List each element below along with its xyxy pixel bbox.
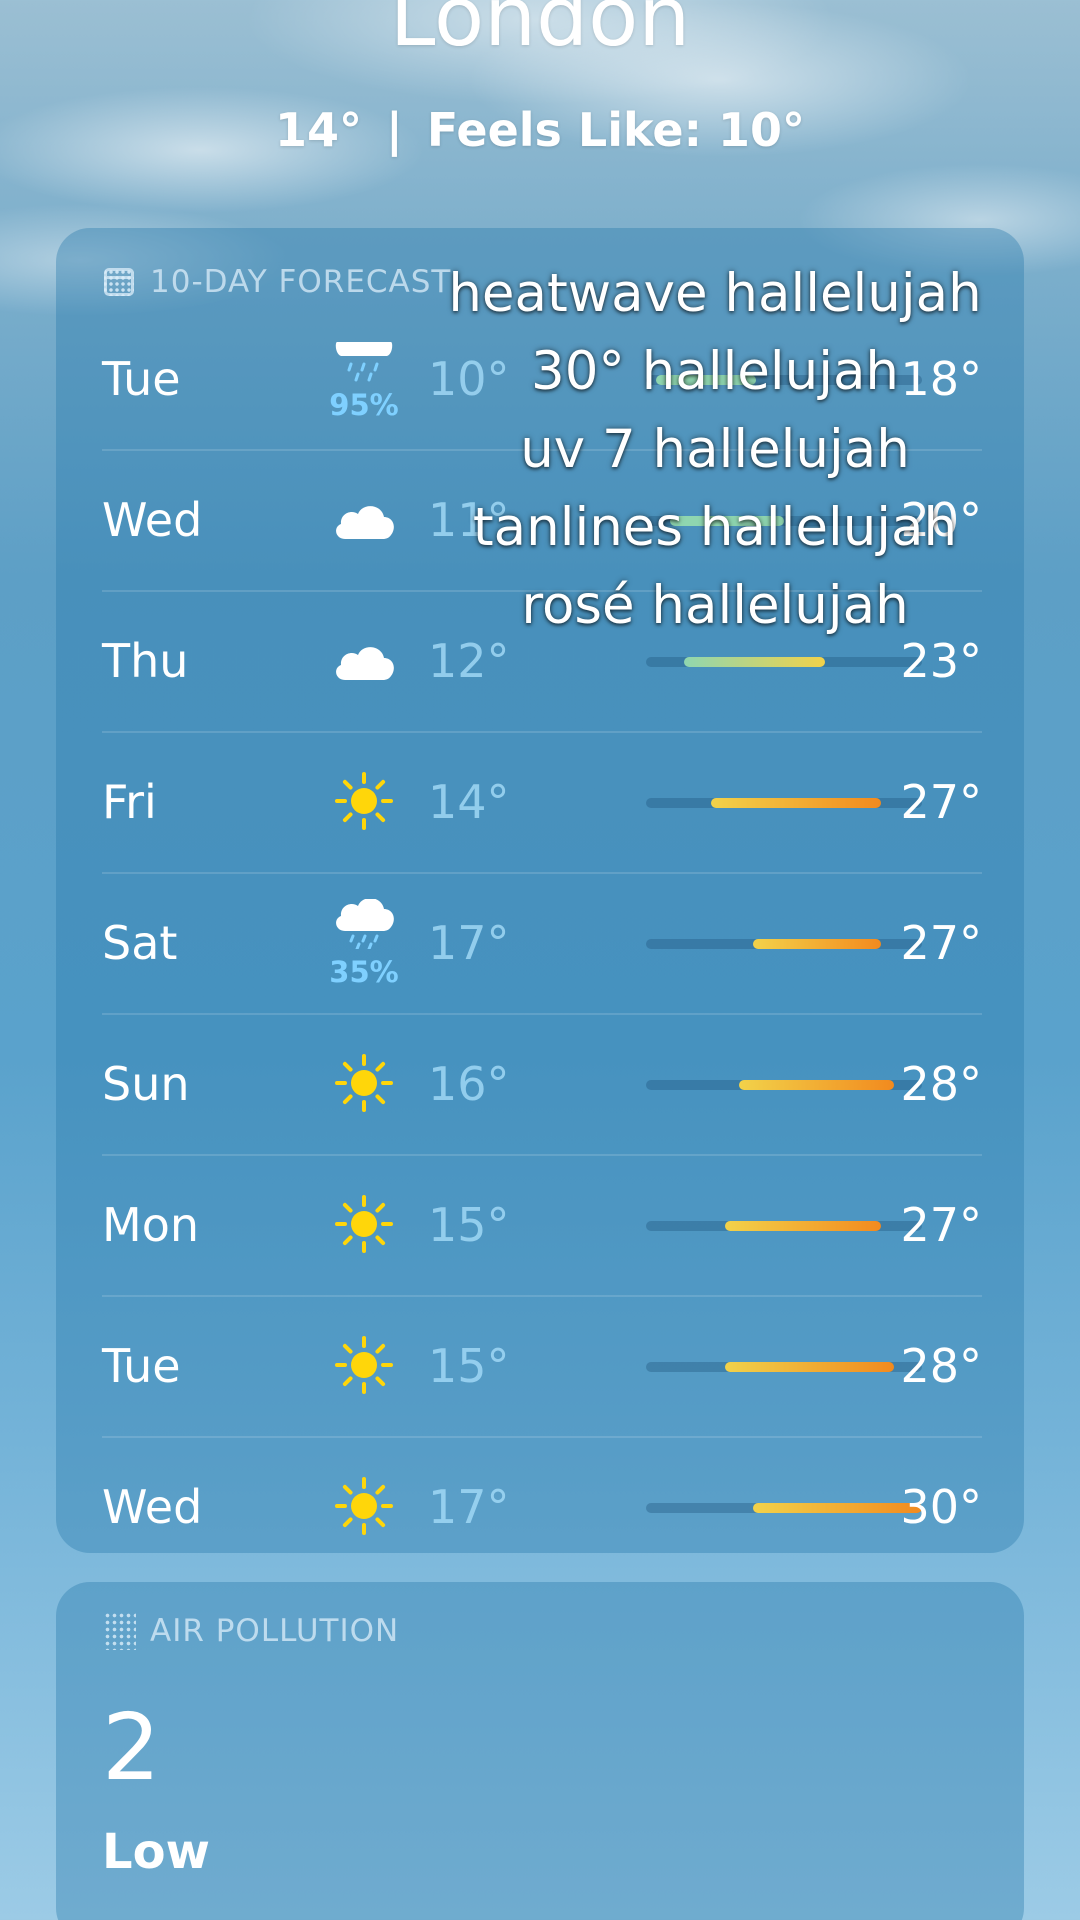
high-temp: 27° <box>900 1198 982 1252</box>
forecast-day: Tue <box>102 1339 181 1393</box>
overlay-caption-line: rosé hallelujah <box>521 575 909 636</box>
air-dots-icon <box>104 1612 136 1650</box>
temp-range-fill <box>738 1080 895 1090</box>
forecast-row[interactable]: Sat 35% 17° 27° <box>102 874 982 1015</box>
city-name: London <box>389 0 691 65</box>
precip-chance: 95% <box>329 387 399 422</box>
temp-range-track <box>646 657 922 667</box>
forecast-row[interactable]: Tue 15° 28° <box>102 1297 982 1438</box>
sun-icon <box>335 1194 393 1257</box>
forecast-row[interactable]: Wed 17° 30° <box>102 1438 982 1577</box>
forecast-header: 10-DAY FORECAST <box>104 264 451 300</box>
forecast-title: 10-DAY FORECAST <box>150 264 452 300</box>
air-quality-label: Low <box>102 1824 210 1880</box>
temp-range-track <box>646 1362 922 1372</box>
sun-icon <box>335 1053 393 1116</box>
weather-condition <box>324 451 404 590</box>
temp-range-fill <box>711 798 881 808</box>
current-conditions: 14° | Feels Like: 10° <box>0 103 1080 157</box>
forecast-day: Tue <box>102 352 181 406</box>
air-pollution-header: AIR POLLUTION <box>104 1612 399 1650</box>
temp-range-track <box>646 939 922 949</box>
temp-range-fill <box>752 1503 922 1513</box>
weather-condition: 35% <box>324 874 404 1013</box>
sun-icon <box>335 1335 393 1398</box>
high-temp: 28° <box>900 1057 982 1111</box>
overlay-caption-line: tanlines hallelujah <box>472 497 958 558</box>
temp-range-track <box>646 1221 922 1231</box>
separator: | <box>386 103 403 157</box>
weather-condition: 95% <box>324 310 404 449</box>
cloud-icon <box>331 638 397 686</box>
low-temp: 14° <box>428 775 510 829</box>
temp-range-fill <box>752 939 881 949</box>
temp-range-fill <box>725 1221 881 1231</box>
forecast-day: Sun <box>102 1057 190 1111</box>
sun-icon <box>335 1476 393 1539</box>
weather-condition <box>324 1297 404 1436</box>
low-temp: 16° <box>428 1057 510 1111</box>
air-quality-value: 2 <box>102 1694 161 1801</box>
low-temp: 17° <box>428 1480 510 1534</box>
high-temp: 27° <box>900 775 982 829</box>
overlay-caption-line: 30° hallelujah <box>530 341 900 402</box>
low-temp: 15° <box>428 1198 510 1252</box>
rain-icon <box>331 338 397 386</box>
cloud-rain-icon <box>331 897 397 953</box>
air-pollution-card[interactable]: AIR POLLUTION 2 Low <box>56 1582 1024 1920</box>
temp-range-track <box>646 1080 922 1090</box>
forecast-day: Sat <box>102 916 178 970</box>
forecast-day: Wed <box>102 1480 203 1534</box>
temp-range-fill <box>725 1362 895 1372</box>
high-temp: 30° <box>900 1480 982 1534</box>
weather-condition <box>324 733 404 872</box>
precip-chance: 35% <box>329 954 399 989</box>
high-temp: 27° <box>900 916 982 970</box>
temp-range-fill <box>683 657 826 667</box>
weather-condition <box>324 592 404 731</box>
overlay-caption-line: uv 7 hallelujah <box>520 419 910 480</box>
weather-condition <box>324 1438 404 1577</box>
feels-like: Feels Like: 10° <box>426 103 805 157</box>
low-temp: 17° <box>428 916 510 970</box>
temp-range-track <box>646 1503 922 1513</box>
overlay-caption-line: heatwave hallelujah <box>448 263 982 324</box>
forecast-day: Mon <box>102 1198 199 1252</box>
overlay-caption: heatwave hallelujah 30° hallelujah uv 7 ha… <box>420 255 1010 645</box>
forecast-day: Thu <box>102 634 189 688</box>
forecast-row[interactable]: Mon 15° 27° <box>102 1156 982 1297</box>
forecast-day: Fri <box>102 775 157 829</box>
sun-icon <box>335 771 393 834</box>
cloud-icon <box>331 497 397 545</box>
forecast-row[interactable]: Fri 14° 27° <box>102 733 982 874</box>
low-temp: 15° <box>428 1339 510 1393</box>
weather-condition <box>324 1015 404 1154</box>
calendar-icon <box>104 268 134 296</box>
high-temp: 28° <box>900 1339 982 1393</box>
current-temp: 14° <box>274 103 362 157</box>
forecast-day: Wed <box>102 493 203 547</box>
weather-condition <box>324 1156 404 1295</box>
forecast-row[interactable]: Sun 16° 28° <box>102 1015 982 1156</box>
air-pollution-title: AIR POLLUTION <box>150 1613 400 1649</box>
temp-range-track <box>646 798 922 808</box>
